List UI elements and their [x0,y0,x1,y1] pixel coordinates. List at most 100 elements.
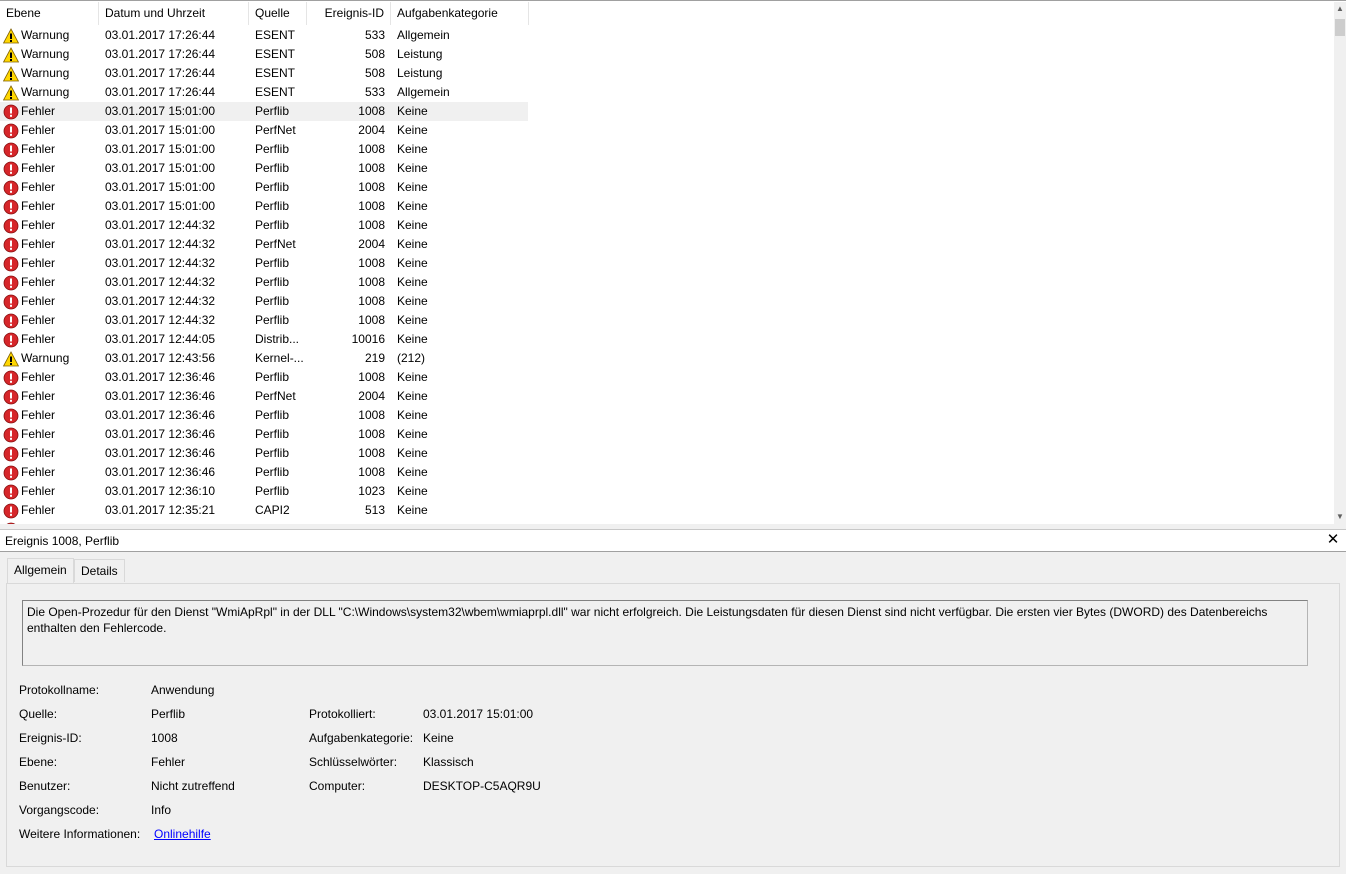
cell-datetime: 03.01.2017 12:44:32 [105,294,216,308]
cell-source: Perflib [255,370,290,384]
table-row[interactable]: Fehler 03.01.2017 12:36:10 Perflib 1023 Kein… [0,482,528,501]
cell-datetime: 03.01.2017 15:01:00 [105,199,216,213]
table-row[interactable]: Fehler 03.01.2017 12:44:32 Perflib 1008 Kein… [0,292,528,311]
cell-source: ESENT [255,47,296,61]
cell-source: Perflib [255,275,290,289]
warning-triangle-icon [3,66,19,82]
cell-datetime: 03.01.2017 12:44:32 [105,275,216,289]
table-row[interactable]: Fehler 03.01.2017 15:01:00 Perflib 1008 Kein… [0,178,528,197]
error-circle-icon [3,161,19,177]
cell-level: Fehler [21,180,56,194]
log-name-value: Anwendung [151,683,215,697]
table-row[interactable]: Warnung 03.01.2017 17:26:44 ESENT 508 Leistu… [0,45,528,64]
cell-category: Keine [397,218,428,232]
cell-level: Fehler [21,256,56,270]
scrollbar-thumb[interactable] [1335,19,1345,36]
table-row[interactable]: Fehler 03.01.2017 12:44:32 PerfNet 2004 Kein… [0,235,528,254]
table-row[interactable]: Fehler 03.01.2017 12:36:46 Perflib 1008 Kein… [0,406,528,425]
cell-category: Keine [397,275,428,289]
cell-datetime: 03.01.2017 17:26:44 [105,47,216,61]
cell-category: Keine [397,370,428,384]
close-icon[interactable]: ✕ [1326,532,1340,548]
table-row[interactable]: Warnung 03.01.2017 17:26:44 ESENT 508 Leistu… [0,64,528,83]
column-header-level[interactable]: Ebene [0,2,99,25]
table-row[interactable]: Fehler 03.01.2017 12:44:32 Perflib 1008 Kein… [0,311,528,330]
cell-source: Perflib [255,142,290,156]
cell-event-id: 1008 [358,275,385,289]
cell-source: ESENT [255,28,296,42]
table-row[interactable]: Fehler 03.01.2017 12:44:32 Perflib 1008 Kein… [0,216,528,235]
vertical-scrollbar[interactable]: ▲ ▼ [1334,2,1346,524]
cell-source: CAPI2 [255,503,290,517]
table-row[interactable]: Fehler 03.01.2017 12:36:46 Perflib 1008 Kein… [0,444,528,463]
table-row[interactable]: Fehler 03.01.2017 12:36:46 Perflib 1008 Kein… [0,368,528,387]
table-row[interactable]: Fehler 03.01.2017 15:01:00 PerfNet 2004 Kein… [0,121,528,140]
column-header-source[interactable]: Quelle [249,2,307,25]
cell-level: Fehler [21,294,56,308]
table-row[interactable]: Fehler 03.01.2017 12:44:05 Distrib... 10016… [0,330,528,349]
cell-event-id: 513 [364,503,385,517]
cell-source: Perflib [255,484,290,498]
cell-event-id: 1008 [358,142,385,156]
cell-event-id: 1008 [358,313,385,327]
cell-source: Perflib [255,294,290,308]
error-circle-icon [3,256,19,272]
chevron-up-icon[interactable]: ▲ [1334,2,1346,16]
table-row[interactable]: Warnung 03.01.2017 17:26:44 ESENT 533 Allgem… [0,26,528,45]
table-row[interactable]: Fehler 03.01.2017 12:36:46 PerfNet 2004 Kein… [0,387,528,406]
cell-level: Fehler [21,218,56,232]
cell-source: Perflib [255,256,290,270]
cell-event-id: 219 [364,351,385,365]
cell-source: Perflib [255,408,290,422]
cell-category: Keine [397,313,428,327]
cell-category: Keine [397,237,428,251]
logged-value: 03.01.2017 15:01:00 [423,707,534,721]
table-row[interactable]: Fehler 03.01.2017 12:35:21 CAPI2 513 Keine [0,501,528,520]
event-list[interactable]: Ebene Datum und Uhrzeit Quelle Ereignis-… [0,0,1346,524]
cell-datetime: 03.01.2017 15:01:00 [105,123,216,137]
cell-datetime: 03.01.2017 12:43:56 [105,351,216,365]
table-row[interactable]: Fehler 03.01.2017 15:01:00 Perflib 1008 Kein… [0,159,528,178]
cell-event-id: 1008 [358,104,385,118]
table-row[interactable]: Fehler 03.01.2017 12:36:46 Perflib 1008 Kein… [0,425,528,444]
cell-event-id: 1008 [358,256,385,270]
column-header-datetime[interactable]: Datum und Uhrzeit [99,2,249,25]
cell-level: Fehler [21,465,56,479]
cell-level: Fehler [21,427,56,441]
online-help-link[interactable]: Onlinehilfe [154,827,211,841]
cell-level: Fehler [21,446,56,460]
table-row[interactable]: Fehler 03.01.2017 12:36:46 Perflib 1008 Kein… [0,463,528,482]
tab-general[interactable]: Allgemein [7,558,74,583]
logged-label: Protokolliert: [309,707,376,721]
event-description[interactable]: Die Open-Prozedur für den Dienst "WmiApR… [22,600,1308,666]
cell-source: Kernel-... [255,351,304,365]
cell-source: Perflib [255,161,290,175]
table-row[interactable]: Fehler 03.01.2017 15:01:00 Perflib 1008 Kein… [0,140,528,159]
cell-event-id: 508 [364,66,385,80]
cell-event-id: 1008 [358,427,385,441]
cell-level: Warnung [21,47,70,61]
cell-datetime: 03.01.2017 12:36:46 [105,465,216,479]
tab-details[interactable]: Details [74,559,125,582]
cell-level: Warnung [21,66,70,80]
chevron-down-icon[interactable]: ▼ [1334,510,1346,524]
detail-title: Ereignis 1008, Perflib [5,534,120,548]
cell-datetime: 03.01.2017 12:44:32 [105,313,216,327]
opcode-label: Vorgangscode: [19,803,100,817]
list-header: Ebene Datum und Uhrzeit Quelle Ereignis-… [0,2,1334,25]
keywords-value: Klassisch [423,755,474,769]
cell-datetime: 03.01.2017 12:44:05 [105,332,216,346]
column-header-category[interactable]: Aufgabenkategorie [391,2,529,25]
cell-category: Keine [397,446,428,460]
cell-category: Keine [397,104,428,118]
table-row[interactable]: Fehler 03.01.2017 15:01:00 Perflib 1008 Kein… [0,102,528,121]
column-header-event-id[interactable]: Ereignis-ID [307,2,391,25]
warning-triangle-icon [3,351,19,367]
table-row[interactable]: Fehler 03.01.2017 12:44:32 Perflib 1008 Kein… [0,273,528,292]
error-circle-icon [3,199,19,215]
table-row[interactable]: Fehler 03.01.2017 15:01:00 Perflib 1008 Kein… [0,197,528,216]
event-id-label: Ereignis-ID: [19,731,82,745]
table-row[interactable]: Fehler 03.01.2017 12:44:32 Perflib 1008 Kein… [0,254,528,273]
table-row[interactable]: Warnung 03.01.2017 17:26:44 ESENT 533 Allgem… [0,83,528,102]
table-row[interactable]: Warnung 03.01.2017 12:43:56 Kernel-... 219 (… [0,349,528,368]
